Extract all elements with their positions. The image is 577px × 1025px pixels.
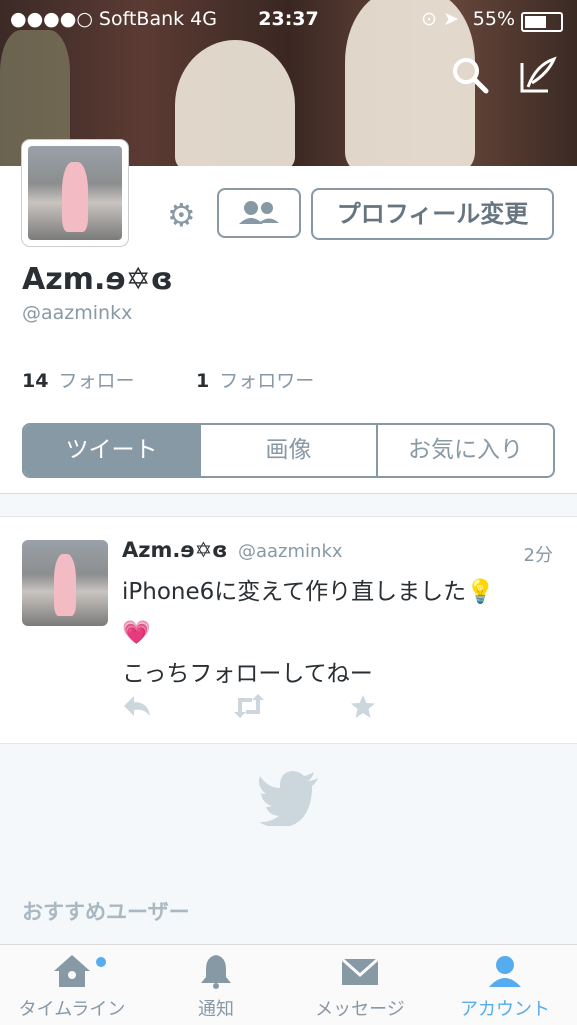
home-icon — [52, 953, 92, 989]
tab-account[interactable]: アカウント — [433, 945, 577, 1025]
profile-handle: @aazminkx — [22, 302, 133, 324]
rotation-lock-icon: ⊙ — [421, 8, 437, 30]
bell-icon — [196, 953, 236, 989]
tab-messages[interactable]: メッセージ — [288, 945, 432, 1025]
search-icon[interactable] — [450, 55, 490, 95]
following-count[interactable]: 14 フォロー — [22, 366, 134, 393]
compose-icon[interactable] — [518, 55, 558, 95]
status-bar: ●●●●○ SoftBank 4G 23:37 ⊙ ➤ 55% — [0, 0, 577, 38]
tweet-author-handle: @aazminkx — [238, 541, 343, 562]
tab-favorites[interactable]: お気に入り — [376, 425, 553, 476]
tweet-author-name[interactable]: Azm.ɘ✡ɞ — [122, 538, 228, 562]
edit-profile-button[interactable]: プロフィール変更 — [311, 188, 554, 240]
tab-notifications[interactable]: 通知 — [144, 945, 288, 1025]
profile-name: Azm.ɘ✡ɞ — [22, 262, 173, 297]
divider — [0, 493, 577, 517]
envelope-icon — [340, 953, 380, 989]
profile-avatar[interactable] — [22, 140, 128, 246]
person-icon — [485, 953, 525, 989]
tab-tweets[interactable]: ツイート — [24, 425, 199, 476]
follow-people-button[interactable] — [217, 188, 301, 238]
twitter-bird-icon — [258, 770, 320, 828]
tweet-text: iPhone6に変えて作り直しました💡 💗 こっちフォローしてねー — [122, 579, 495, 687]
battery-icon — [521, 12, 563, 32]
favorite-icon[interactable] — [350, 694, 376, 726]
gear-icon[interactable]: ⚙ — [167, 196, 196, 234]
reply-icon[interactable] — [122, 694, 152, 724]
followers-count[interactable]: 1 フォロワー — [196, 366, 314, 393]
suggested-users-heading: おすすめユーザー — [22, 900, 190, 924]
retweet-icon[interactable] — [232, 694, 266, 724]
unread-dot — [96, 957, 106, 967]
tweet-avatar[interactable] — [22, 540, 108, 626]
tab-home[interactable]: タイムライン — [0, 945, 144, 1025]
tab-bar: タイムライン 通知 メッセージ アカウント — [0, 944, 577, 1025]
location-icon: ➤ — [443, 8, 459, 30]
tab-images[interactable]: 画像 — [199, 425, 376, 476]
tweet-time: 2分 — [523, 545, 553, 566]
battery-percent: 55% — [472, 8, 515, 30]
profile-tabs: ツイート 画像 お気に入り — [22, 423, 555, 478]
banner-figure — [175, 40, 295, 166]
